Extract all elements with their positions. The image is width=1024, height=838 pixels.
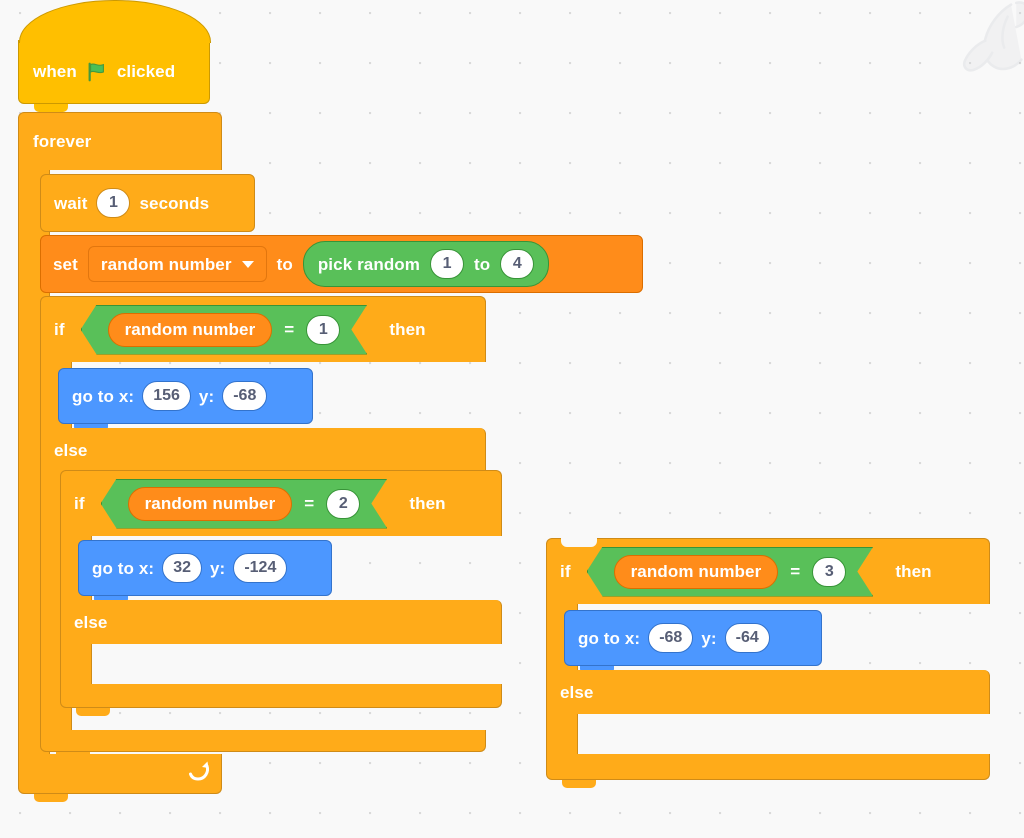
goto-y-input-2[interactable]: -124	[233, 553, 288, 583]
block-if-else-3-else-divider[interactable]: else	[546, 670, 990, 714]
block-if-else-2-header[interactable]: if random number = 2 then	[60, 470, 502, 536]
then-3-label: then	[895, 562, 932, 581]
if-3-footer-notch	[562, 780, 596, 788]
goto-x-label-2: go to x:	[92, 558, 155, 578]
goto-x-input-3[interactable]: -68	[648, 623, 694, 653]
block-if-else-2-footer[interactable]	[60, 684, 502, 708]
block-if-else-1-footer[interactable]	[40, 730, 486, 752]
block-goto-xy-2[interactable]: go to x: 32 y: -124	[78, 540, 332, 596]
if-1-label: if	[54, 320, 65, 339]
clicked-label: clicked	[116, 62, 176, 81]
if-2-empty-else-slot[interactable]	[92, 644, 502, 684]
equals-right-input-3[interactable]: 3	[812, 557, 846, 587]
variable-reporter-random-number-2[interactable]: random number	[128, 487, 293, 521]
goto-x-label-3: go to x:	[578, 628, 641, 648]
pick-random-to-input[interactable]: 4	[500, 249, 535, 279]
scratch-workspace-canvas[interactable]: when clicked forever wait 1 seconds set …	[0, 0, 1024, 838]
else-1-label: else	[54, 440, 88, 460]
wait-duration-input[interactable]: 1	[96, 188, 131, 218]
green-flag-icon	[88, 62, 104, 81]
forever-label: forever	[33, 132, 92, 151]
goto-y-label-1: y:	[198, 386, 215, 406]
block-goto-xy-1[interactable]: go to x: 156 y: -68	[58, 368, 313, 424]
goto-y-input-1[interactable]: -68	[222, 381, 268, 411]
loop-arrow-icon	[189, 761, 209, 781]
then-1-label: then	[389, 320, 426, 339]
if-3-empty-else-slot[interactable]	[578, 714, 990, 754]
pick-random-from-input[interactable]: 1	[430, 249, 465, 279]
variable-reporter-random-number-3[interactable]: random number	[614, 555, 779, 589]
variable-reporter-random-number-1[interactable]: random number	[108, 313, 273, 347]
if-1-footer-notch	[56, 752, 90, 760]
when-label: when	[33, 62, 77, 81]
if-2-label: if	[74, 494, 85, 513]
hat-bottom-notch	[34, 104, 68, 112]
variable-dropdown-random-number[interactable]: random number	[87, 246, 267, 282]
else-3-label: else	[560, 682, 594, 702]
scratch-cat-watermark-icon	[962, 1, 1024, 72]
goto-x-input-2[interactable]: 32	[162, 553, 202, 583]
if-3-label: if	[560, 562, 571, 581]
goto-x-label-1: go to x:	[72, 386, 135, 406]
block-wait-seconds[interactable]: wait 1 seconds	[40, 174, 255, 232]
goto-x-input-1[interactable]: 156	[142, 381, 191, 411]
block-equals-3[interactable]: random number = 3	[587, 547, 874, 597]
block-equals-1[interactable]: random number = 1	[81, 305, 368, 355]
goto-y-label-2: y:	[209, 558, 226, 578]
variable-name-label: random number	[100, 254, 232, 274]
chevron-down-icon	[241, 260, 254, 268]
goto-y-input-3[interactable]: -64	[724, 623, 770, 653]
then-2-label: then	[409, 494, 446, 513]
equals-operator-2: =	[304, 494, 315, 513]
seconds-label: seconds	[139, 193, 210, 213]
block-if-else-3-footer[interactable]	[546, 754, 990, 780]
block-pick-random[interactable]: pick random 1 to 4	[302, 241, 550, 287]
hat-block-dome	[19, 0, 211, 43]
goto-y-label-3: y:	[701, 628, 717, 648]
block-forever-header[interactable]: forever	[18, 112, 222, 170]
block-set-variable[interactable]: set random number to pick random 1 to 4	[40, 235, 643, 293]
block-forever-footer[interactable]	[18, 754, 222, 794]
block-goto-xy-3[interactable]: go to x: -68 y: -64	[564, 610, 822, 666]
variable-reporter-label: random number	[630, 562, 762, 581]
pick-random-label: pick random	[317, 254, 421, 274]
block-equals-2[interactable]: random number = 2	[101, 479, 388, 529]
block-if-else-2-else-divider[interactable]: else	[60, 600, 502, 644]
wait-label: wait	[54, 193, 88, 213]
else-2-label: else	[74, 612, 108, 632]
equals-right-input-1[interactable]: 1	[306, 315, 340, 345]
pick-random-to-label: to	[474, 254, 491, 274]
block-if-else-1-header[interactable]: if random number = 1 then	[40, 296, 486, 362]
variable-reporter-label: random number	[124, 320, 256, 339]
block-when-flag-clicked[interactable]: when clicked	[18, 0, 211, 104]
block-if-else-3-header[interactable]: if random number = 3 then	[546, 538, 990, 604]
forever-footer-notch	[34, 794, 68, 802]
equals-operator-3: =	[790, 562, 801, 581]
equals-operator-1: =	[284, 320, 295, 339]
block-if-else-1-else-divider[interactable]: else	[40, 428, 486, 472]
set-label: set	[53, 254, 78, 274]
if-2-footer-notch	[76, 708, 110, 716]
set-to-label: to	[276, 254, 293, 274]
variable-reporter-label: random number	[144, 494, 276, 513]
equals-right-input-2[interactable]: 2	[326, 489, 360, 519]
